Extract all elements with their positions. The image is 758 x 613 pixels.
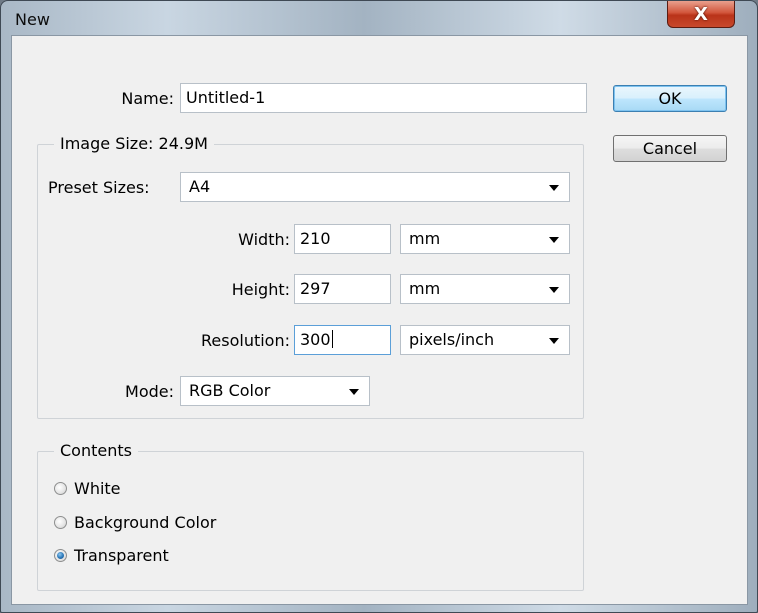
radio-button-checked[interactable] — [54, 548, 67, 562]
ok-button[interactable]: OK — [613, 85, 727, 112]
image-size-legend: Image Size: 24.9M — [54, 134, 214, 153]
mode-select[interactable]: RGB Color — [180, 376, 370, 406]
cancel-button[interactable]: Cancel — [613, 135, 727, 162]
radio-white[interactable]: White — [54, 476, 121, 500]
preset-sizes-select[interactable]: A4 — [180, 172, 570, 202]
new-document-dialog: New X Name: Untitled-1 OK Cancel Image S… — [0, 0, 758, 613]
radio-button[interactable] — [54, 515, 67, 529]
height-label: Height: — [231, 280, 290, 299]
title-bar[interactable]: New X — [1, 1, 757, 35]
width-unit-select[interactable]: mm — [400, 224, 570, 254]
radio-white-label: White — [74, 478, 121, 498]
name-label: Name: — [121, 89, 174, 108]
resolution-label: Resolution: — [201, 331, 290, 350]
radio-transparent[interactable]: Transparent — [54, 543, 169, 567]
height-unit-value: mm — [409, 279, 441, 298]
name-input[interactable]: Untitled-1 — [180, 83, 587, 113]
mode-label: Mode: — [125, 382, 174, 401]
width-unit-value: mm — [409, 229, 441, 248]
width-input[interactable]: 210 — [294, 224, 391, 254]
text-caret — [331, 330, 333, 348]
chevron-down-icon — [549, 338, 559, 344]
height-unit-select[interactable]: mm — [400, 274, 570, 304]
chevron-down-icon — [549, 287, 559, 293]
close-button[interactable]: X — [667, 1, 735, 28]
height-input[interactable]: 297 — [294, 274, 391, 304]
contents-legend: Contents — [54, 441, 138, 460]
preset-sizes-label: Preset Sizes: — [48, 178, 150, 197]
resolution-value: 300 — [300, 330, 331, 349]
radio-button[interactable] — [54, 481, 67, 495]
window-title: New — [15, 10, 50, 29]
radio-background-color-label: Background Color — [74, 512, 217, 532]
close-icon: X — [694, 3, 708, 25]
chevron-down-icon — [549, 185, 559, 191]
radio-transparent-label: Transparent — [74, 545, 169, 565]
dialog-body: Name: Untitled-1 OK Cancel Image Size: 2… — [11, 35, 748, 605]
preset-sizes-value: A4 — [189, 177, 211, 196]
radio-background-color[interactable]: Background Color — [54, 510, 216, 534]
mode-value: RGB Color — [189, 381, 271, 400]
resolution-unit-value: pixels/inch — [409, 330, 495, 349]
chevron-down-icon — [549, 237, 559, 243]
resolution-input[interactable]: 300 — [294, 325, 391, 355]
width-label: Width: — [238, 230, 290, 249]
resolution-unit-select[interactable]: pixels/inch — [400, 325, 570, 355]
chevron-down-icon — [349, 389, 359, 395]
